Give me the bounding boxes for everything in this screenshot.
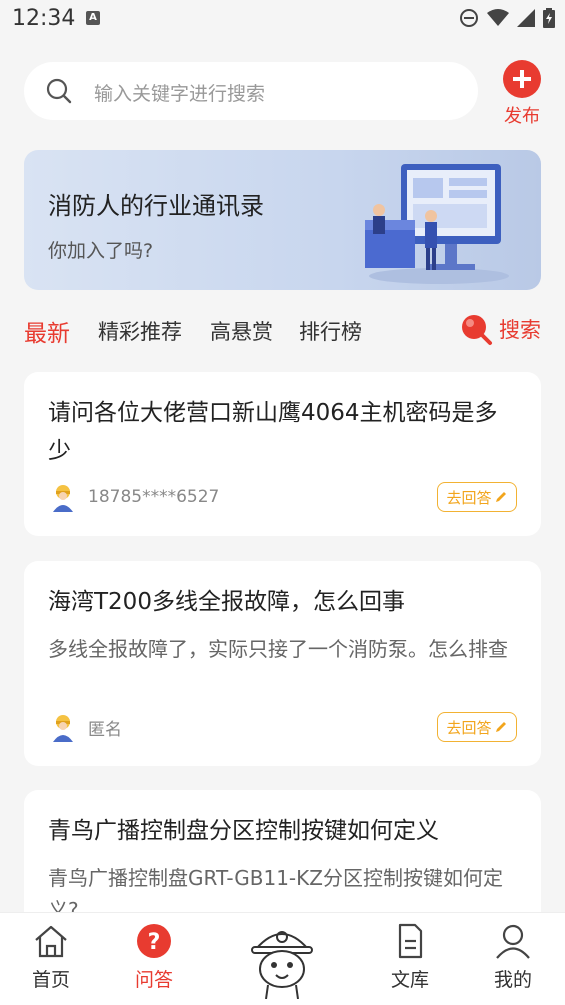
- answer-label: 去回答: [446, 488, 492, 507]
- question-meta: 匿名: [48, 712, 122, 742]
- tab-search-button[interactable]: 搜索: [459, 312, 541, 346]
- home-icon: [35, 925, 67, 958]
- answer-button[interactable]: 去回答: [437, 712, 517, 742]
- nav-library[interactable]: 文库: [370, 923, 450, 992]
- tab-bounty[interactable]: 高悬赏: [210, 316, 273, 346]
- status-bar: 12:34 A: [0, 0, 565, 38]
- document-icon: [398, 923, 423, 959]
- answer-button[interactable]: 去回答: [437, 482, 517, 512]
- signal-icon: [517, 9, 535, 27]
- firefighter-avatar-icon: [53, 715, 73, 742]
- banner-title: 消防人的行业通讯录: [48, 192, 264, 220]
- status-time: 12:34: [12, 6, 76, 31]
- question-card[interactable]: 海湾T200多线全报故障，怎么回事 多线全报故障了，实际只接了一个消防泵。怎么排…: [24, 561, 541, 766]
- search-bar[interactable]: 输入关键字进行搜索: [24, 62, 478, 120]
- nav-home[interactable]: 首页: [11, 923, 91, 992]
- nav-mascot[interactable]: [242, 919, 322, 1003]
- tab-search-label: 搜索: [499, 318, 541, 342]
- category-tabs: 最新 精彩推荐 高悬赏 排行榜 搜索: [24, 312, 541, 352]
- answer-label: 去回答: [446, 718, 492, 737]
- firefighter-mascot-icon: [251, 931, 313, 1000]
- question-title: 请问各位大佬营口新山鹰4064主机密码是多少: [48, 400, 498, 464]
- nav-qa[interactable]: ? 问答: [114, 923, 194, 992]
- battery-icon: [543, 8, 555, 28]
- nav-qa-label: 问答: [134, 969, 173, 991]
- tab-ranking[interactable]: 排行榜: [299, 316, 362, 346]
- bottom-nav: 首页 ? 问答 文库 我的: [0, 912, 565, 1005]
- question-meta: 18785****6527: [48, 482, 219, 512]
- banner-subtitle: 你加入了吗?: [48, 240, 154, 262]
- question-title: 青鸟广播控制盘分区控制按键如何定义: [48, 818, 439, 844]
- question-card[interactable]: 请问各位大佬营口新山鹰4064主机密码是多少 18785****6527 去回答: [24, 372, 541, 536]
- publish-label: 发布: [504, 106, 540, 127]
- question-user: 匿名: [88, 719, 122, 740]
- search-icon: [462, 315, 492, 345]
- notification-icon: A: [86, 11, 100, 25]
- search-icon: [46, 78, 72, 104]
- user-icon: [496, 924, 530, 959]
- question-title: 海湾T200多线全报故障，怎么回事: [48, 589, 405, 615]
- publish-button[interactable]: 发布: [500, 60, 544, 128]
- nav-profile-label: 我的: [493, 969, 532, 991]
- tab-recommended[interactable]: 精彩推荐: [98, 316, 182, 346]
- nav-home-label: 首页: [31, 969, 70, 991]
- pencil-icon: [495, 722, 506, 732]
- nav-profile[interactable]: 我的: [473, 923, 553, 992]
- status-icons: [459, 8, 555, 28]
- pencil-icon: [495, 492, 506, 502]
- tab-latest[interactable]: 最新: [24, 314, 70, 348]
- search-input[interactable]: 输入关键字进行搜索: [94, 79, 265, 106]
- question-desc: 多线全报故障了，实际只接了一个消防泵。怎么排查: [48, 637, 508, 661]
- wifi-icon: [487, 9, 509, 26]
- question-user: 18785****6527: [88, 487, 220, 507]
- banner-illustration: [365, 164, 509, 284]
- promo-banner[interactable]: 消防人的行业通讯录 你加入了吗?: [24, 150, 541, 290]
- svg-text:?: ?: [148, 930, 161, 955]
- plus-icon: [503, 60, 541, 98]
- firefighter-avatar-icon: [53, 485, 73, 512]
- nav-library-label: 文库: [390, 969, 429, 991]
- question-icon: ?: [137, 924, 171, 958]
- dnd-icon: [460, 9, 478, 27]
